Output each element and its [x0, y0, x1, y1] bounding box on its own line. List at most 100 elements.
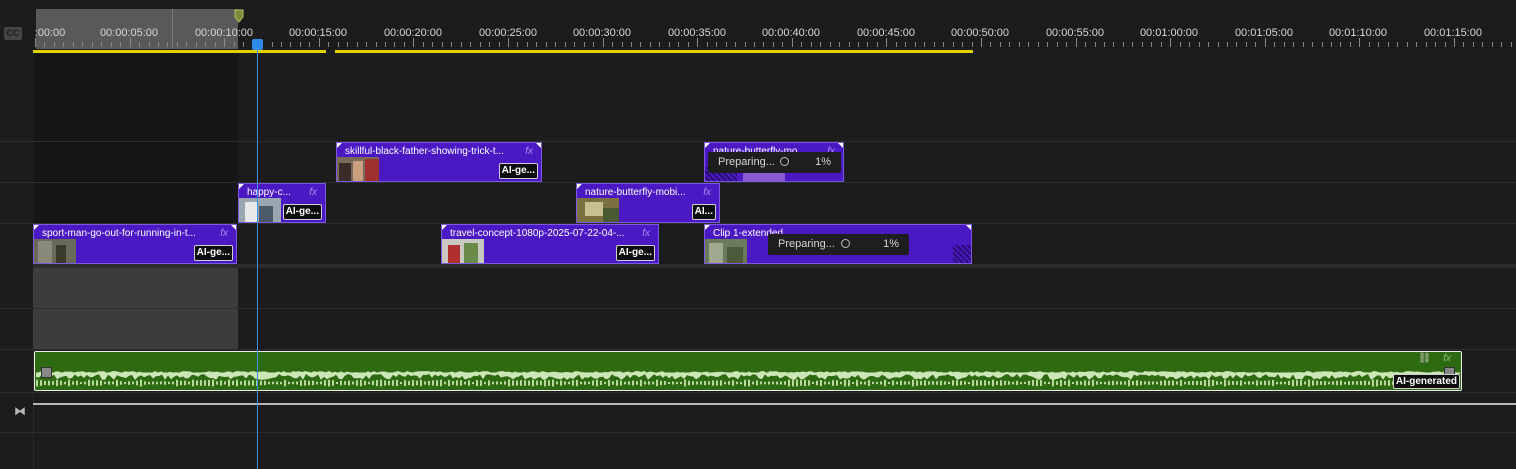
playhead-handle[interactable] [252, 39, 263, 50]
fx-icon[interactable]: fx [525, 146, 533, 157]
preparing-text: Preparing... [778, 238, 835, 250]
clip-thumbnail [239, 198, 281, 222]
ruler-tick [148, 42, 150, 47]
clip-corner [337, 143, 342, 148]
ruler-tick [858, 42, 860, 47]
clip-corner [705, 143, 710, 148]
audio-range-shade [33, 268, 238, 350]
timecode-label: :00:00 [34, 27, 66, 39]
ruler-tick [526, 42, 528, 47]
ruler-tick [385, 42, 387, 47]
ruler-tick [1245, 42, 1247, 47]
fx-icon[interactable]: fx [220, 228, 228, 239]
video-clip-nature-mid[interactable]: nature-butterfly-mobi... fx AI... [576, 183, 720, 223]
ruler-tick [1368, 42, 1370, 47]
ruler-tick [810, 42, 812, 47]
audio-track-3-handle[interactable]: › [0, 365, 7, 376]
ruler-tick [356, 42, 358, 47]
ruler-tick [829, 42, 831, 47]
ruler-tick [318, 38, 320, 47]
video-clip-nature-top[interactable]: nature-butterfly-mo... fx Preparing... 1… [704, 142, 844, 182]
ruler-tick [1435, 42, 1437, 47]
audio-track-2-handle[interactable]: › [0, 323, 7, 334]
link-icon[interactable]: ⛓ [1418, 353, 1431, 364]
audio-in-handle[interactable] [41, 367, 52, 378]
ai-generated-badge: AI... [691, 204, 716, 220]
fx-icon[interactable]: fx [642, 228, 650, 239]
ruler-tick [1208, 42, 1210, 47]
marker-icon[interactable] [234, 9, 244, 23]
audio-track-1-handle[interactable]: › [0, 283, 7, 294]
track-divider [0, 432, 1516, 433]
ruler-tick [999, 42, 1001, 47]
ruler-tick [1066, 42, 1068, 47]
work-area-bar[interactable] [335, 50, 973, 53]
ruler-tick [867, 42, 869, 47]
ruler-tick [35, 38, 36, 47]
timecode-label: 00:01:10:00 [1328, 27, 1388, 39]
video-audio-divider[interactable] [33, 264, 1516, 268]
ruler-tick [943, 42, 945, 47]
video-clip-sport[interactable]: sport-man-go-out-for-running-in-t... fx … [33, 224, 237, 264]
track-divider [0, 308, 1516, 309]
video-clip-skillful[interactable]: skillful-black-father-showing-trick-t...… [336, 142, 542, 182]
clip-thumbnail [337, 157, 379, 181]
video-clip-clip1-extended[interactable]: Clip 1-extended Preparing... 1% [704, 224, 972, 264]
ruler-tick [659, 42, 661, 47]
ruler-tick [649, 42, 651, 47]
ruler-tick [309, 42, 311, 47]
clip-corner [536, 143, 541, 148]
ruler-tick [602, 38, 604, 47]
ruler-tick [1293, 42, 1295, 47]
ruler-tick [120, 42, 122, 47]
ruler-tick [962, 42, 964, 47]
ruler-tick [176, 42, 178, 47]
preparing-text: Preparing... [718, 156, 775, 168]
ruler-tick [990, 42, 992, 47]
clip-thumbnail [34, 239, 76, 263]
ruler-tick [167, 42, 169, 47]
audio-clip-ai-generated[interactable]: ⛓ fx AI-generated [34, 351, 1462, 391]
ruler-tick [1179, 42, 1181, 47]
ruler-tick [1406, 42, 1408, 47]
ruler-tick [139, 42, 141, 47]
clip-corner [239, 184, 244, 189]
ruler-tick [735, 42, 737, 47]
captions-button[interactable]: CC [4, 27, 22, 40]
ruler-tick [1255, 42, 1257, 47]
audio-waveform [36, 371, 1460, 387]
ruler-tick [697, 38, 699, 47]
ruler-tick [1236, 42, 1238, 47]
video-clip-travel[interactable]: travel-concept-1080p-2025-07-22-04-... f… [441, 224, 659, 264]
ruler-tick [905, 42, 907, 47]
ruler-tick [1472, 42, 1474, 47]
ruler-tick [782, 42, 784, 47]
clip-title: happy-c... [247, 187, 291, 198]
ruler-tick [820, 42, 822, 47]
ruler-tick [1463, 42, 1465, 47]
preparing-percent: 1% [883, 238, 899, 250]
ruler-tick [110, 42, 112, 47]
ruler-tick [1416, 42, 1418, 47]
range-divider [172, 9, 173, 49]
video-clip-happy[interactable]: happy-c... fx AI-ge... [238, 183, 326, 223]
ruler-tick [508, 38, 509, 47]
ruler-tick [1454, 38, 1455, 47]
ruler-tick [1425, 42, 1427, 47]
ruler-tick [195, 42, 197, 47]
master-track-icon[interactable]: ⧓ [14, 404, 26, 418]
ruler-tick [44, 42, 46, 47]
fx-icon[interactable]: fx [309, 187, 317, 198]
ruler-tick [1094, 42, 1096, 47]
fx-icon[interactable]: fx [703, 187, 711, 198]
fx-icon[interactable]: fx [1443, 353, 1451, 364]
ruler-tick [848, 42, 850, 47]
ai-generated-badge: AI-ge... [282, 204, 322, 220]
ruler-tick [375, 42, 377, 47]
playhead-line[interactable] [257, 50, 258, 469]
ruler-tick [1170, 38, 1172, 47]
ruler-tick [772, 42, 774, 47]
track-divider [0, 182, 1516, 183]
ruler-tick [498, 42, 500, 47]
ruler-tick [290, 42, 292, 47]
